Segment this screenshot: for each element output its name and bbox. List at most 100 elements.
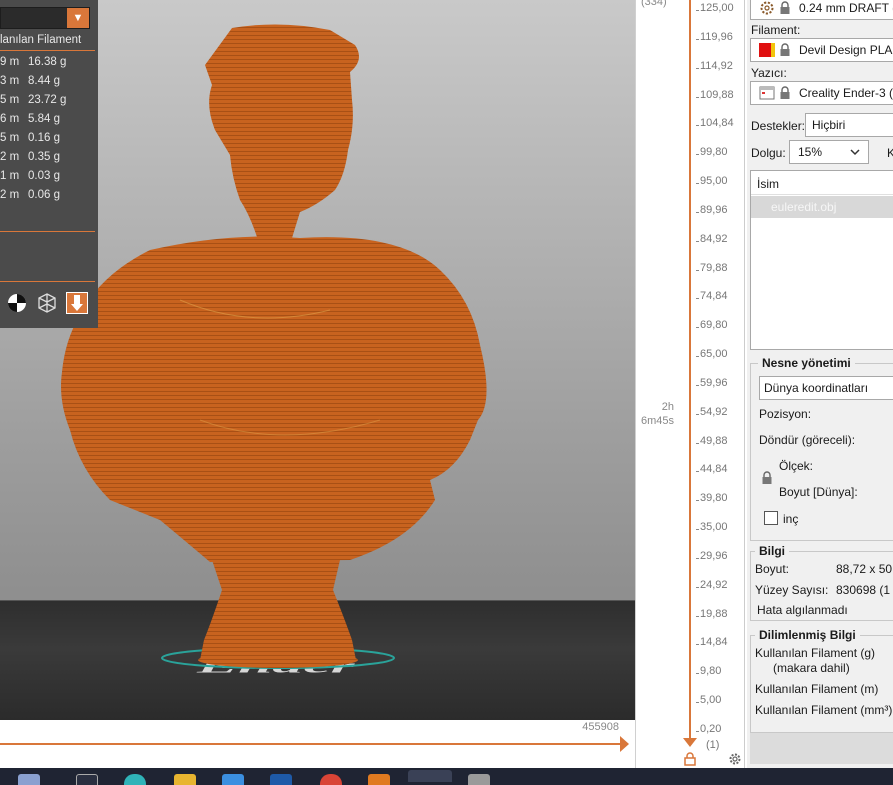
layer-tick-mark [696, 644, 699, 646]
task-view-icon[interactable] [76, 774, 98, 785]
print-time-minutes: 6m45s [640, 415, 674, 427]
layer-height-label: 119,96 [700, 30, 733, 43]
chrome-browser-icon[interactable] [320, 774, 342, 785]
object-list[interactable]: İsim euleredit.obj [750, 170, 893, 350]
layer-tick-mark [696, 615, 699, 617]
layer-tick-mark [696, 154, 699, 156]
coordinate-system-select[interactable]: Dünya koordinatları [759, 376, 893, 400]
print-time: 2h 6m45s [636, 400, 674, 428]
object-list-item[interactable]: euleredit.obj [751, 196, 893, 218]
legend-weight: 5.84 g [28, 113, 60, 125]
layer-view-icon[interactable] [66, 292, 88, 314]
layer-tick-mark [696, 269, 699, 271]
bust-base [200, 560, 356, 666]
layer-height-label: 49,88 [700, 434, 728, 447]
legend-row: 3 m 8.44 g [0, 75, 95, 94]
used-filament-mm3-label: Kullanılan Filament (mm³) [755, 703, 893, 717]
layer-height-label: 74,84 [700, 290, 728, 303]
horizontal-move-slider[interactable]: 455908 [0, 720, 635, 768]
layer-tick-mark [696, 702, 699, 704]
layer-slider-track[interactable] [689, 0, 691, 742]
layer-height-label: 54,92 [700, 405, 728, 418]
print-time-hours: 2h [661, 401, 674, 413]
legend-weight: 0.35 g [28, 151, 60, 163]
layer-tick-mark [696, 298, 699, 300]
layer-tick-mark [696, 673, 699, 675]
layer-slider[interactable]: (334) 2h 6m45s 125,00 119,96 114,92 109,88 1… [635, 0, 747, 768]
layer-height-label: 114,92 [700, 59, 733, 72]
horizontal-slider-track[interactable] [0, 743, 622, 745]
legend-length: 2 m [0, 151, 20, 163]
layer-height-label: 24,92 [700, 578, 728, 591]
layer-height-label: 69,80 [700, 319, 728, 332]
printer-label: Yazıcı: [751, 66, 787, 80]
layer-tick-mark [696, 442, 699, 444]
printer-value: Creality Ender-3 ( [799, 86, 893, 100]
legend-view-type-select[interactable]: ▼ [0, 7, 90, 29]
legend-row: 9 m 16.38 g [0, 56, 95, 75]
legend-weight: 0.16 g [28, 132, 60, 144]
layer-height-label: 125,00 [700, 2, 734, 14]
wireframe-cube-icon[interactable] [36, 292, 58, 314]
print-profile-value: 0.24 mm DRAFT ( [799, 1, 893, 15]
lock-icon[interactable] [684, 752, 696, 766]
layer-height-label: 44,84 [700, 463, 728, 476]
layer-height-label: 99,80 [700, 146, 728, 159]
layer-height-label: 89,96 [700, 203, 728, 216]
layer-tick-mark [696, 327, 699, 329]
horizontal-slider-thumb[interactable] [620, 736, 629, 752]
legend-rows: 9 m 16.38 g3 m 8.44 g5 m 23.72 g6 m 5.84 g5 … [0, 56, 95, 208]
supports-label: Destekler: [751, 119, 806, 133]
printer-select[interactable]: Creality Ender-3 ( [750, 81, 893, 105]
layer-tick-mark [696, 731, 699, 732]
3d-viewport[interactable]: Ender ▼ lanılan Filament 9 m16.38 g3 m8.… [0, 0, 635, 720]
infill-value: 15% [798, 145, 823, 159]
lock-icon [780, 43, 790, 56]
settings-sidebar: 0.24 mm DRAFT ( Filament: Devil Design P… [747, 0, 893, 768]
layer-height-label: 104,84 [700, 117, 734, 130]
infill-select[interactable]: 15% [789, 140, 869, 164]
layer-height-label: 29,96 [700, 549, 728, 562]
file-explorer-icon[interactable] [174, 774, 196, 785]
info-size-value: 88,72 x 50,5 [836, 562, 893, 576]
layer-height-label: 5,00 [700, 694, 722, 707]
infill-label: Dolgu: [751, 146, 786, 160]
scale-label: Ölçek: [779, 459, 814, 473]
lock-icon [780, 1, 790, 14]
lock-icon [780, 86, 790, 99]
supports-select[interactable]: Hiçbiri [805, 113, 893, 137]
app-icon[interactable] [270, 774, 292, 785]
used-filament-m-label: Kullanılan Filament (m) [755, 682, 879, 696]
position-label: Pozisyon: [759, 407, 812, 421]
inch-checkbox[interactable] [764, 511, 778, 525]
app-icon[interactable] [368, 774, 390, 785]
layer-tick-mark [696, 356, 699, 358]
app-icon[interactable] [468, 774, 490, 785]
layer-tick-mark [696, 413, 699, 415]
prusaslicer-taskbar-icon[interactable] [408, 770, 452, 782]
dropdown-arrow-icon[interactable]: ▼ [67, 8, 89, 28]
iso-view-icon[interactable] [6, 292, 28, 314]
edge-browser-icon[interactable] [124, 774, 146, 785]
legend-length: 3 m [0, 75, 20, 87]
layer-tick-mark [696, 586, 699, 588]
gear-icon[interactable] [728, 752, 742, 766]
app-icon[interactable] [18, 774, 40, 785]
layer-tick-mark [696, 38, 699, 40]
layer-height-label: 65,00 [700, 348, 728, 361]
store-icon[interactable] [222, 774, 244, 785]
legend-length: 5 m [0, 132, 20, 144]
layer-slider-thumb[interactable] [683, 738, 697, 747]
lock-icon[interactable] [761, 471, 773, 485]
legend-length: 6 m [0, 113, 20, 125]
legend-weight: 8.44 g [28, 75, 60, 87]
layer-height-label: 39,80 [700, 492, 728, 505]
print-profile-select[interactable]: 0.24 mm DRAFT ( [750, 0, 893, 20]
sliced-info-title: Dilimlenmiş Bilgi [755, 628, 860, 642]
filament-value: Devil Design PLA [799, 43, 893, 57]
legend-row: 2 m 0.06 g [0, 189, 95, 208]
export-button[interactable] [750, 732, 893, 764]
legend-weight: 23.72 g [28, 94, 67, 106]
horizontal-slider-value: 455908 [582, 721, 619, 733]
filament-select[interactable]: Devil Design PLA [750, 38, 893, 62]
